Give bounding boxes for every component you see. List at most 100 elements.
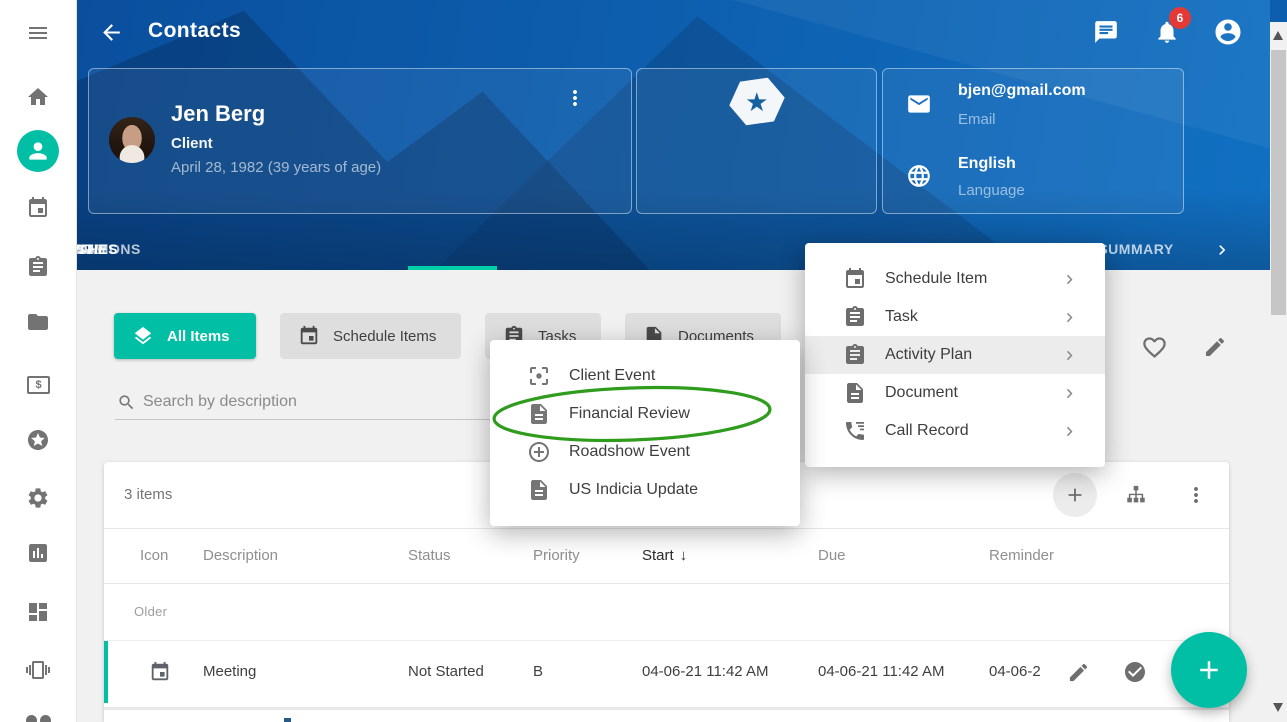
submenu-item-us-indicia-update[interactable]: US Indicia Update xyxy=(490,471,800,509)
clipboard-tasks-icon[interactable] xyxy=(26,255,50,279)
home-icon[interactable] xyxy=(26,85,50,109)
filter-schedule-items-button[interactable]: Schedule Items xyxy=(280,313,461,359)
menu-item-label: Task xyxy=(885,308,918,326)
calendar-icon xyxy=(149,661,171,683)
create-activity-menu: Schedule Item Task Activity Plan Documen… xyxy=(805,243,1105,467)
email-label: Email xyxy=(958,111,996,128)
col-due[interactable]: Due xyxy=(818,529,846,583)
dollar-glyph: $ xyxy=(35,380,41,391)
plus-icon xyxy=(1064,484,1086,506)
menu-item-label: Document xyxy=(885,384,958,402)
chevron-right-icon xyxy=(1060,270,1079,289)
clipboard-icon xyxy=(843,305,867,329)
center-focus-icon xyxy=(527,364,551,388)
search-input[interactable] xyxy=(143,386,483,418)
filter-label: Schedule Items xyxy=(333,328,436,345)
tab-hierarchy-clipped[interactable]: RARCHY xyxy=(77,241,108,257)
add-item-button[interactable] xyxy=(1053,473,1097,517)
menu-item-label: Activity Plan xyxy=(885,346,972,364)
dashboard-icon[interactable] xyxy=(26,600,50,624)
chevron-right-icon xyxy=(1060,422,1079,441)
favorite-heart-icon[interactable] xyxy=(1141,334,1168,361)
clipboard-icon xyxy=(843,343,867,367)
col-start-sorted[interactable]: Start↓ xyxy=(642,529,687,583)
row-edit-pencil-icon[interactable] xyxy=(1067,661,1090,684)
document-lines-icon xyxy=(527,402,551,426)
table-row[interactable]: Meeting Not Started B 04-06-21 11:42 AM … xyxy=(104,640,1229,702)
edit-pencil-icon[interactable] xyxy=(1203,335,1227,359)
next-row-clipped-icon xyxy=(284,718,291,722)
money-card-icon[interactable]: $ xyxy=(27,376,50,394)
app-window: $ Contacts 6 Jen Berg Client April 28, 1… xyxy=(0,0,1287,722)
menu-item-call-record[interactable]: Call Record xyxy=(805,412,1105,450)
tab-overflow-chevron-icon[interactable] xyxy=(1212,240,1232,260)
sort-descending-arrow: ↓ xyxy=(680,547,688,564)
calendar-icon xyxy=(843,267,867,291)
document-lines-icon xyxy=(527,478,551,502)
menu-item-activity-plan-highlighted[interactable]: Activity Plan xyxy=(805,336,1105,374)
scrollbar-down-arrow[interactable] xyxy=(1273,703,1283,712)
group-row-older[interactable]: Older xyxy=(104,584,1229,640)
person-icon xyxy=(25,138,51,164)
contact-avatar[interactable] xyxy=(109,117,155,163)
menu-item-task[interactable]: Task xyxy=(805,298,1105,336)
account-circle-icon[interactable] xyxy=(1213,17,1243,47)
items-count: 3 items xyxy=(124,462,172,528)
calendar-icon xyxy=(298,325,320,347)
star-circle-icon[interactable] xyxy=(26,428,50,452)
submenu-item-client-event[interactable]: Client Event xyxy=(490,357,800,395)
fab-add-button[interactable] xyxy=(1171,632,1247,708)
row-priority: B xyxy=(533,641,543,703)
submenu-item-roadshow-event[interactable]: Roadshow Event xyxy=(490,433,800,471)
hexagon-star-badge[interactable]: ★ xyxy=(726,73,788,129)
col-status[interactable]: Status xyxy=(408,529,451,583)
col-icon[interactable]: Icon xyxy=(140,529,168,583)
vibration-phone-icon[interactable] xyxy=(26,658,50,682)
star-glyph: ★ xyxy=(745,89,768,115)
menu-item-document[interactable]: Document xyxy=(805,374,1105,412)
scrollbar-up-arrow[interactable] xyxy=(1273,31,1283,40)
row-due: 04-06-21 11:42 AM xyxy=(818,641,944,703)
row-status: Not Started xyxy=(408,641,484,703)
col-reminder[interactable]: Reminder xyxy=(989,529,1054,583)
tab-summary[interactable]: SUMMARY xyxy=(1098,241,1173,257)
language-value: English xyxy=(958,155,1016,173)
submenu-item-financial-review[interactable]: Financial Review xyxy=(490,395,800,433)
folder-icon[interactable] xyxy=(26,310,50,334)
bar-chart-icon[interactable] xyxy=(26,541,50,565)
vertical-scrollbar[interactable] xyxy=(1270,0,1287,722)
notification-count-badge: 6 xyxy=(1169,7,1191,29)
chat-icon[interactable] xyxy=(1093,19,1119,45)
row-divider xyxy=(104,707,1229,710)
plus-icon xyxy=(1194,655,1224,685)
clipped-sidebar-icon xyxy=(26,715,52,722)
hamburger-menu-icon[interactable] xyxy=(26,21,50,45)
row-complete-check-icon[interactable] xyxy=(1123,660,1147,684)
left-sidebar: $ xyxy=(0,0,77,722)
sidebar-item-contacts-active[interactable] xyxy=(17,130,59,172)
row-reminder-clipped: 04-06-2 xyxy=(989,641,1041,703)
col-priority[interactable]: Priority xyxy=(533,529,580,583)
submenu-item-label: US Indicia Update xyxy=(569,481,698,499)
row-start: 04-06-21 11:42 AM xyxy=(642,641,768,703)
gear-icon[interactable] xyxy=(26,486,50,510)
table-kebab-menu-icon[interactable] xyxy=(1184,483,1208,507)
page-title: Contacts xyxy=(148,19,241,43)
contact-summary-card: Jen Berg Client April 28, 1982 (39 years… xyxy=(88,68,632,214)
col-description[interactable]: Description xyxy=(203,529,278,583)
table-header-row: Icon Description Status Priority Start↓ … xyxy=(104,528,1229,584)
hierarchy-view-icon[interactable] xyxy=(1125,484,1147,506)
language-label: Language xyxy=(958,182,1025,199)
chevron-right-icon xyxy=(1060,384,1079,403)
menu-item-label: Call Record xyxy=(885,422,969,440)
scrollbar-header-cap xyxy=(1270,0,1287,22)
menu-item-schedule-item[interactable]: Schedule Item xyxy=(805,260,1105,298)
scrollbar-thumb[interactable] xyxy=(1271,50,1286,315)
submenu-item-label: Client Event xyxy=(569,367,655,385)
back-arrow-icon[interactable] xyxy=(99,20,124,45)
email-icon xyxy=(906,91,932,117)
submenu-item-label: Financial Review xyxy=(569,405,690,423)
kebab-menu-icon[interactable] xyxy=(563,85,587,111)
filter-all-items-button[interactable]: All Items xyxy=(114,313,256,359)
calendar-icon[interactable] xyxy=(26,196,50,220)
